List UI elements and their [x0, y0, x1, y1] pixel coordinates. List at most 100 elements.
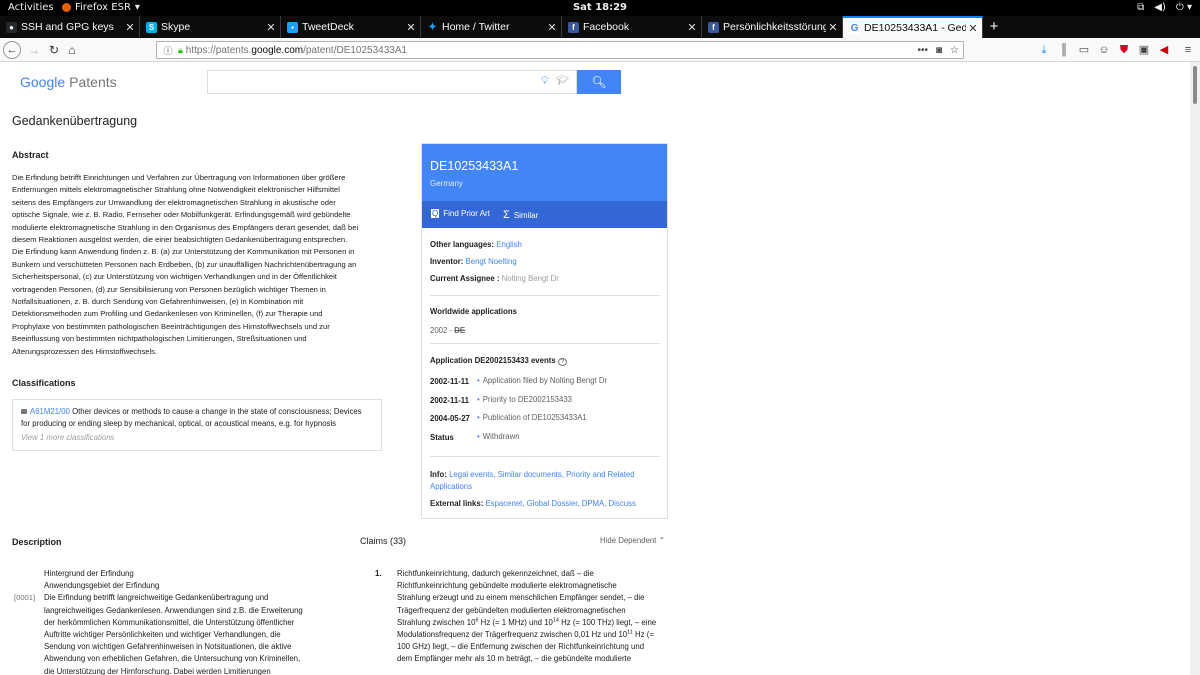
bookmark-star-icon[interactable]: ☆	[950, 45, 959, 56]
google-icon: G	[849, 22, 860, 34]
status-value: • Withdrawn	[477, 432, 520, 441]
pocket-icon[interactable]: ◙	[936, 45, 942, 56]
download-icon[interactable]: ⤓	[1036, 42, 1052, 58]
classification-text: Other devices or methods to cause a chan…	[72, 407, 362, 416]
tweetdeck-icon: ▪	[287, 21, 298, 33]
tab-ssh-gpg-keys[interactable]: ● SSH and GPG keys ✕	[0, 16, 140, 38]
menu-icon[interactable]: ≡	[1180, 42, 1196, 58]
worldwide-heading: Worldwide applications	[430, 307, 517, 316]
info-links-cont[interactable]: Applications	[430, 482, 472, 491]
abstract-heading: Abstract	[12, 150, 49, 160]
lock-icon: 🔒︎	[178, 44, 183, 55]
scholar-icon[interactable]: 🎓︎	[556, 75, 569, 86]
other-languages-row: Other languages: English	[430, 240, 522, 249]
classification-box: A61M21/00 Other devices or methods to ca…	[12, 399, 382, 451]
language-english-link[interactable]: English	[496, 240, 522, 249]
sidebar-icon[interactable]: ▭	[1076, 42, 1092, 58]
patent-title: Gedankenübertragung	[12, 114, 138, 128]
assignee-value: Nolting Bengt Dr	[501, 274, 559, 283]
lightbulb-icon[interactable]: 💡︎	[541, 75, 549, 88]
twitter-icon: ✦	[427, 21, 438, 33]
library-icon[interactable]: ║	[1056, 42, 1072, 58]
page-actions-icon[interactable]: •••	[917, 45, 928, 56]
info-links[interactable]: Legal events, Similar documents, Priorit…	[449, 470, 635, 479]
external-links[interactable]: Espacenet, Global Dossier, DPMA, Discuss	[485, 499, 635, 508]
account-icon[interactable]: ☺	[1096, 42, 1112, 58]
info-row: Info: Legal events, Similar documents, P…	[430, 470, 635, 491]
tab-label: Home / Twitter	[442, 21, 510, 33]
event-text: • Priority to DE2002153433	[477, 395, 573, 404]
claim-text: Richtfunkeinrichtung, dadurch gekennzeic…	[397, 569, 657, 664]
tab-persoenlichkeitsstoerung[interactable]: f Persönlichkeitsstörung / ... ✕	[702, 16, 843, 38]
classification-code-link[interactable]: A61M21/00	[30, 407, 70, 416]
event-text: • Application filed by Nolting Bengt Dr	[477, 376, 608, 385]
new-tab-button[interactable]: +	[984, 17, 1004, 37]
external-links-row: External links: Espacenet, Global Dossie…	[430, 499, 636, 508]
card-actions: Q Find Prior Art Σ Similar	[422, 201, 667, 228]
volume-icon: ◀)	[1154, 2, 1166, 13]
status-label: Status	[430, 433, 454, 442]
google-patents-logo[interactable]: Google Patents	[20, 74, 117, 90]
close-icon[interactable]: ✕	[404, 21, 418, 34]
logo-product-text: Patents	[69, 74, 117, 90]
tab-home-twitter[interactable]: ✦ Home / Twitter ✕	[421, 16, 562, 38]
view-more-classifications-link[interactable]: View 1 more classifications	[21, 432, 373, 444]
gnome-top-bar: Activities Firefox ESR ▾ Sat 18:29 ⧉ ◀) …	[0, 0, 1200, 16]
hide-dependent-toggle[interactable]: Hide Dependent ⌃	[600, 536, 665, 545]
prior-art-icon: Q	[431, 209, 440, 218]
similar-button[interactable]: Σ Similar	[503, 209, 538, 221]
event-date: 2002-11-11	[430, 377, 470, 386]
divider	[430, 295, 660, 296]
addon-ublock-icon[interactable]: ⛊	[1116, 42, 1132, 58]
close-icon[interactable]: ✕	[545, 21, 559, 34]
help-icon[interactable]: ?	[557, 358, 568, 366]
tab-bar: ● SSH and GPG keys ✕ S Skype ✕ ▪ TweetDe…	[0, 16, 1200, 38]
tab-label: TweetDeck	[302, 21, 354, 33]
clock[interactable]: Sat 18:29	[0, 2, 1200, 13]
info-icon[interactable]: ⓘ	[161, 44, 175, 57]
card-header: DE10253433A1 Germany	[422, 144, 667, 201]
classification-text-cont: for producing or ending sleep by mechani…	[21, 419, 337, 428]
addon-icon[interactable]: ▣	[1136, 42, 1152, 58]
system-tray[interactable]: ⧉ ◀) ⏻ ▾	[1137, 2, 1192, 13]
facebook-icon: f	[708, 21, 719, 33]
patent-info-card: DE10253433A1 Germany Q Find Prior Art Σ Si…	[421, 143, 668, 519]
classification-item: A61M21/00 Other devices or methods to ca…	[21, 406, 373, 430]
close-icon[interactable]: ✕	[826, 21, 840, 34]
inventor-link[interactable]: Bengt Noelting	[466, 257, 517, 266]
navigation-bar: ← → ↻ ⌂ ⓘ 🔒︎ https://patents.google.com/…	[0, 38, 1200, 62]
find-prior-art-button[interactable]: Q Find Prior Art	[431, 209, 490, 218]
assignee-row: Current Assignee : Nolting Bengt Dr	[430, 274, 559, 283]
scrollbar-thumb[interactable]	[1193, 66, 1197, 104]
paragraph-number: [0001]	[14, 593, 36, 602]
close-icon[interactable]: ✕	[966, 22, 980, 35]
search-button[interactable]: 🔍︎	[577, 70, 621, 94]
tab-patent-active[interactable]: G DE10253433A1 - Gedank... ✕	[843, 16, 983, 38]
publication-country: Germany	[430, 179, 463, 188]
inventor-row: Inventor: Bengt Noelting	[430, 257, 517, 266]
network-icon: ⧉	[1137, 2, 1145, 13]
facebook-icon: f	[568, 21, 579, 33]
abstract-text: Die Erfindung betrifft Einrichtungen und…	[12, 173, 359, 356]
tab-tweetdeck[interactable]: ▪ TweetDeck ✕	[281, 16, 421, 38]
url-bar[interactable]: ⓘ 🔒︎ https://patents.google.com/patent/D…	[156, 41, 964, 59]
worldwide-country-link[interactable]: DE	[454, 326, 465, 335]
description-heading: Description	[12, 537, 62, 547]
tab-label: DE10253433A1 - Gedank...	[864, 22, 966, 34]
forward-button[interactable]: →	[25, 41, 43, 59]
close-icon[interactable]: ✕	[685, 21, 699, 34]
tab-facebook[interactable]: f Facebook ✕	[562, 16, 702, 38]
tab-skype[interactable]: S Skype ✕	[140, 16, 281, 38]
classifications-heading: Classifications	[12, 378, 76, 388]
event-text: • Publication of DE10253433A1	[477, 413, 587, 422]
home-button[interactable]: ⌂	[63, 41, 81, 59]
reload-button[interactable]: ↻	[45, 41, 63, 59]
search-input[interactable]	[208, 71, 528, 93]
back-button[interactable]: ←	[3, 41, 21, 59]
event-date: 2002-11-11	[430, 396, 470, 405]
close-icon[interactable]: ✕	[264, 21, 278, 34]
page-scrollbar[interactable]	[1190, 62, 1200, 675]
power-icon: ⏻ ▾	[1175, 2, 1192, 13]
addon-megaphone-icon[interactable]: ◀	[1156, 42, 1172, 58]
close-icon[interactable]: ✕	[123, 21, 137, 34]
